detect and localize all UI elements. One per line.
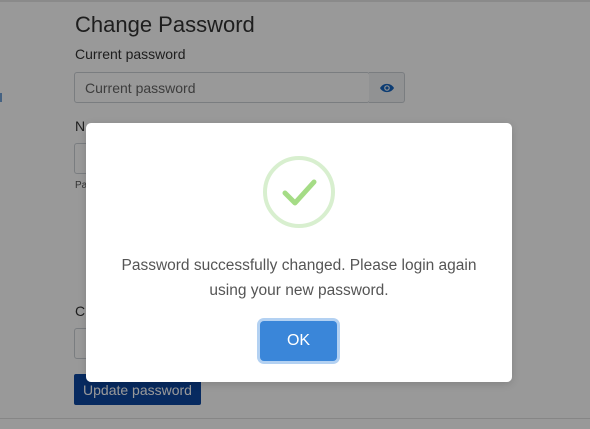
success-icon: [263, 156, 335, 228]
success-dialog: Password successfully changed. Please lo…: [86, 123, 512, 382]
ok-button[interactable]: OK: [260, 321, 337, 361]
dialog-message: Password successfully changed. Please lo…: [121, 257, 477, 299]
checkmark-icon: [282, 179, 317, 206]
